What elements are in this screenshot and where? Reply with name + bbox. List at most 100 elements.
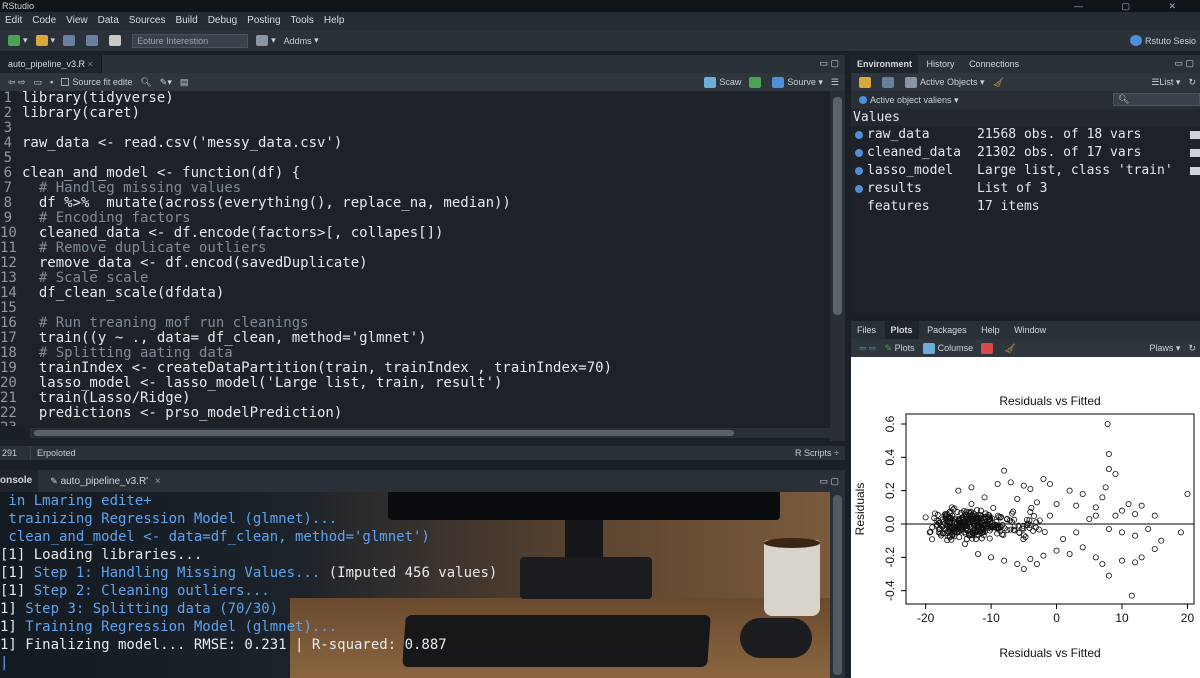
show-in-window-icon[interactable]: ▭ [34, 77, 43, 88]
editor-vscrollbar[interactable] [830, 91, 845, 441]
code-line[interactable]: 4 raw_data <- read.csv('messy_data.csv') [0, 136, 830, 151]
view-data-icon[interactable] [1190, 167, 1200, 175]
tab-packages[interactable]: Packages [921, 321, 973, 339]
addins-button[interactable]: Addms ▾ [284, 35, 319, 46]
code-line[interactable]: 16 # Run treaning mof run cleanings [0, 316, 830, 331]
save-workspace-icon[interactable] [882, 76, 897, 88]
grid-button[interactable]: ▾ [256, 35, 276, 46]
wand-icon[interactable]: ✎▾ [160, 77, 172, 88]
editor-tab[interactable]: auto_pipeline_v3.R × [0, 55, 102, 73]
menu-item-tools[interactable]: Tools [286, 12, 319, 30]
object-type-icon[interactable] [855, 185, 863, 193]
find-icon[interactable]: 🔍︎ [140, 77, 151, 88]
code-line[interactable]: 12 remove_data <- df.encod(savedDuplicat… [0, 256, 830, 271]
env-row-cleaned-data[interactable]: cleaned_data 21302 obs. of 17 vars [851, 144, 1200, 162]
tab-console[interactable]: onsole [0, 470, 39, 492]
open-file-button[interactable]: ▾ [35, 35, 55, 46]
code-line[interactable]: 2 library(caret) [0, 106, 830, 121]
source-button[interactable]: Sourve ▾ [772, 76, 823, 88]
goto-file-field[interactable]: Eoture Interestion [132, 33, 249, 48]
clear-plots-icon[interactable]: 🧹︎ [1004, 343, 1015, 354]
pane-maximize-icon[interactable]: ▭ ▢ [819, 58, 839, 69]
code-line[interactable]: 10 cleaned_data <- df.encode(factors>[, … [0, 226, 830, 241]
load-workspace-icon[interactable] [859, 76, 874, 88]
menu-item-data[interactable]: Data [93, 12, 124, 30]
console-maximize-icon[interactable]: ▭ ▢ [819, 476, 839, 487]
active-objects-dropdown[interactable]: Active Objects ▾ [905, 76, 985, 88]
code-line[interactable]: 5 [0, 151, 830, 166]
code-line[interactable]: 13 # Scale scale [0, 271, 830, 286]
menu-item-debug[interactable]: Debug [203, 12, 242, 30]
code-line[interactable]: 14 df_clean_scale(dfdata) [0, 286, 830, 301]
menu-item-code[interactable]: Code [27, 12, 61, 30]
file-type-indicator[interactable]: R Scripts ÷ [795, 446, 839, 460]
code-line[interactable]: 9 # Encoding factors [0, 211, 830, 226]
code-line[interactable]: 22 predictions <- prso_modelPrediction) [0, 406, 830, 421]
save-all-button[interactable] [86, 35, 101, 46]
code-editor[interactable]: 1 library(tidyverse) 2 library(caret) 3 4 raw_… [0, 91, 830, 426]
tab-window[interactable]: Window [1008, 321, 1052, 339]
print-button[interactable] [109, 35, 124, 46]
menu-item-build[interactable]: Build [170, 12, 202, 30]
outline-icon[interactable]: ☰ [831, 77, 839, 88]
object-type-icon[interactable] [855, 149, 863, 157]
code-line[interactable]: 17 train((y ~ ., data= df_clean, method=… [0, 331, 830, 346]
source-on-save-toggle[interactable]: Source fit edite [61, 77, 132, 87]
object-type-icon[interactable] [855, 167, 863, 175]
view-data-icon[interactable] [1190, 131, 1200, 139]
save-code-button[interactable]: Scaw [704, 76, 741, 88]
env-row-features[interactable]: features 17 items [851, 198, 1200, 216]
menu-item-help[interactable]: Help [319, 12, 350, 30]
code-line[interactable]: 1 library(tidyverse) [0, 91, 830, 106]
tab-connections[interactable]: Connections [963, 55, 1025, 73]
code-line[interactable]: 20 lasso_model <- lasso_model('Large lis… [0, 376, 830, 391]
remove-plot-icon[interactable] [981, 342, 996, 354]
code-line[interactable]: 8 df %>% mutate(across(everything(), rep… [0, 196, 830, 211]
view-data-icon[interactable] [1190, 149, 1200, 157]
broom-icon[interactable]: 🧹︎ [993, 77, 1004, 88]
menu-item-posting[interactable]: Posting [242, 12, 285, 30]
code-line[interactable]: 6 clean_and_model <- function(df) { [0, 166, 830, 181]
env-row-results[interactable]: results List of 3 [851, 180, 1200, 198]
menu-item-sources[interactable]: Sources [124, 12, 171, 30]
env-row-lasso-model[interactable]: lasso_model Large list, class 'train' [851, 162, 1200, 180]
tab-files[interactable]: Files [851, 321, 882, 339]
new-file-button[interactable]: ▾ [8, 35, 28, 46]
object-type-icon[interactable] [855, 203, 863, 211]
editor-hscrollbar[interactable] [30, 428, 830, 438]
editor-hscroll-thumb[interactable] [34, 430, 734, 436]
code-line[interactable]: 15 [0, 301, 830, 316]
plot-refresh-icon[interactable]: ↻ [1188, 343, 1196, 354]
code-line[interactable]: 23 [0, 421, 830, 427]
env-maximize-icon[interactable]: ▭ ▢ [1174, 58, 1194, 69]
export-button[interactable]: Columse [922, 342, 973, 354]
menu-item-edit[interactable]: Edit [0, 12, 27, 30]
zoom-button[interactable]: ✎ Plots [885, 343, 915, 354]
save-editor-icon[interactable]: ▪ [50, 77, 53, 87]
tab-help[interactable]: Help [975, 321, 1006, 339]
list-view-dropdown[interactable]: ☰ List ▾ [1151, 77, 1180, 88]
project-button[interactable]: Rstuto Sesio [1129, 35, 1196, 46]
close-icon[interactable]: × [155, 476, 161, 487]
console-scroll-thumb[interactable] [833, 495, 842, 675]
editor-vscroll-thumb[interactable] [833, 97, 842, 315]
tab-environment[interactable]: Environment [851, 55, 919, 73]
code-line[interactable]: 7 # Handleg missing values [0, 181, 830, 196]
tab-console-file[interactable]: ✎ auto_pipeline_v3.R' × [50, 476, 160, 487]
goto-file-input[interactable]: Eoture Interestion [132, 33, 249, 48]
code-line[interactable]: 11 # Remove duplicate outliers [0, 241, 830, 256]
tab-history[interactable]: History [921, 55, 961, 73]
environment-scope-dropdown[interactable]: Active object valiens ▾ [859, 95, 959, 106]
close-icon[interactable]: × [88, 59, 93, 69]
publish-dropdown[interactable]: Plaws ▾ [1149, 343, 1180, 354]
env-row-raw-data[interactable]: raw_data 21568 obs. of 18 vars [851, 126, 1200, 144]
code-line[interactable]: 21 train(Lasso/Ridge) [0, 391, 830, 406]
code-line[interactable]: 19 trainIndex <- createDataPartition(tra… [0, 361, 830, 376]
code-line[interactable]: 3 [0, 121, 830, 136]
rerun-icon[interactable] [749, 76, 764, 88]
tab-plots[interactable]: Plots [884, 321, 919, 339]
scope-indicator[interactable]: Erpoloted [30, 446, 76, 460]
console-scrollbar[interactable] [830, 492, 845, 678]
env-search-input[interactable]: 🔍︎ [1113, 93, 1200, 106]
back-icon[interactable]: ⇦ ⇨ [8, 77, 26, 88]
